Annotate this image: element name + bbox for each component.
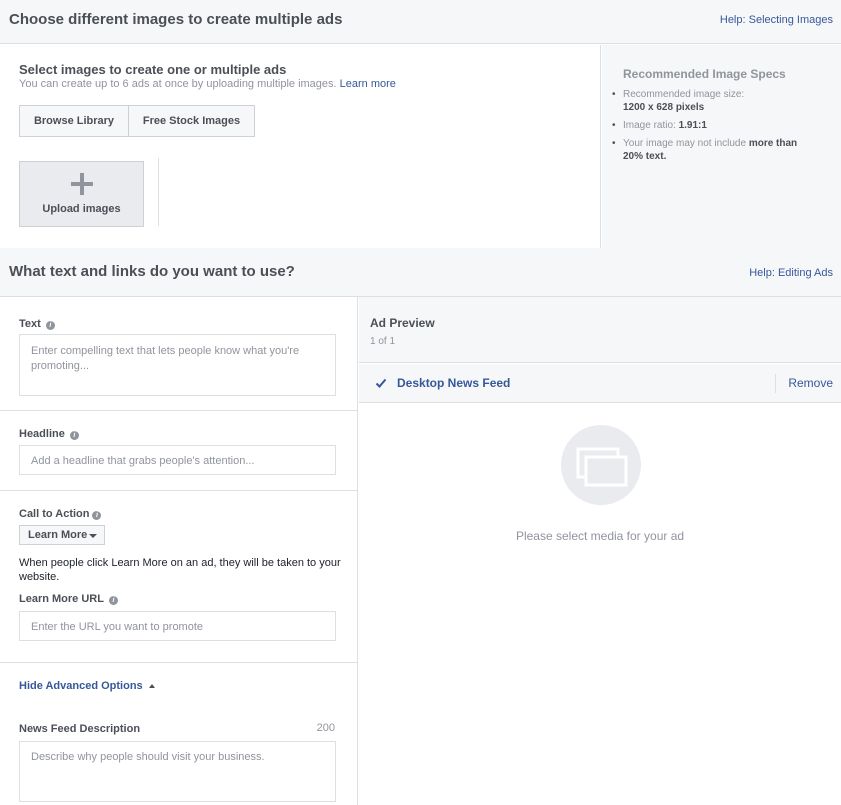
section-header-text-links: What text and links do you want to use? … xyxy=(0,248,841,297)
url-label: Learn More URL xyxy=(19,593,104,605)
spec-ratio-value: 1.91:1 xyxy=(678,120,707,131)
image-specs-panel: Recommended Image Specs Recommended imag… xyxy=(602,45,841,248)
plus-icon xyxy=(70,172,94,196)
divider xyxy=(0,490,358,491)
placement-row: Desktop News Feed Remove xyxy=(359,364,841,403)
nf-desc-field-label: News Feed Description xyxy=(19,723,141,735)
browse-library-button[interactable]: Browse Library xyxy=(19,105,129,137)
headline-placeholder: Add a headline that grabs people's atten… xyxy=(31,455,255,467)
spec-ratio-label: Image ratio: xyxy=(623,120,676,131)
spec-text-label: Your image may not include xyxy=(623,138,747,149)
text-input[interactable]: Enter compelling text that lets people k… xyxy=(19,334,336,396)
checkmark-icon xyxy=(375,378,387,388)
ad-preview-pager: 1 of 1 xyxy=(370,336,396,347)
section-title-text-links: What text and links do you want to use? xyxy=(9,263,295,280)
hide-advanced-options-link[interactable]: Hide Advanced Options xyxy=(19,680,155,692)
url-input[interactable]: Enter the URL you want to promote xyxy=(19,611,336,641)
spec-text-value: more than xyxy=(748,138,798,149)
info-icon[interactable]: i xyxy=(45,321,55,330)
info-icon[interactable]: i xyxy=(92,511,102,520)
ad-preview-header: Ad Preview 1 of 1 xyxy=(359,297,841,363)
info-icon[interactable]: i xyxy=(69,431,79,440)
spec-size-value: 1200 x 628 pixels xyxy=(623,102,705,113)
media-placeholder-icon xyxy=(561,425,641,505)
spec-size-label: Recommended image size: xyxy=(623,89,745,100)
section-header-images: Choose different images to create multip… xyxy=(0,0,841,44)
advanced-toggle-label: Hide Advanced Options xyxy=(19,680,143,692)
learn-more-link[interactable]: Learn more xyxy=(340,78,396,90)
url-placeholder: Enter the URL you want to promote xyxy=(31,621,204,633)
spec-item-size: Recommended image size: 1200 x 628 pixel… xyxy=(610,88,835,114)
spec-item-ratio: Image ratio: 1.91:1 xyxy=(610,119,835,132)
news-feed-description-input[interactable]: Describe why people should visit your bu… xyxy=(19,741,336,802)
spec-item-text: Your image may not include more than 20%… xyxy=(610,137,835,163)
empty-media-message: Please select media for your ad xyxy=(515,529,685,543)
spec-text-value-2: 20% text. xyxy=(623,151,667,162)
character-count: 200 xyxy=(316,722,335,734)
help-link-selecting-images[interactable]: Help: Selecting Images xyxy=(720,14,833,26)
specs-title: Recommended Image Specs xyxy=(623,67,786,81)
placement-desktop-news-feed[interactable]: Desktop News Feed xyxy=(397,376,510,390)
ad-preview-panel: Ad Preview 1 of 1 Desktop News Feed Remo… xyxy=(359,297,841,805)
help-link-editing-ads[interactable]: Help: Editing Ads xyxy=(749,267,833,279)
image-selection-panel: Select images to create one or multiple … xyxy=(0,45,601,248)
remove-placement-button[interactable]: Remove xyxy=(788,376,833,390)
headline-field-label: Headline i xyxy=(19,428,79,440)
divider xyxy=(0,410,358,411)
upload-images-button[interactable]: Upload images xyxy=(19,161,144,227)
divider xyxy=(158,158,159,226)
info-icon[interactable]: i xyxy=(108,596,118,605)
cta-selected-value: Learn More xyxy=(28,529,88,541)
headline-input[interactable]: Add a headline that grabs people's atten… xyxy=(19,445,336,475)
divider xyxy=(775,374,776,393)
cta-description: When people click Learn More on an ad, t… xyxy=(19,557,341,583)
text-label: Text xyxy=(19,318,41,330)
upload-images-label: Upload images xyxy=(42,203,121,215)
text-placeholder: Enter compelling text that lets people k… xyxy=(31,345,300,372)
cta-field-label: Call to Action i xyxy=(19,508,102,520)
headline-label: Headline xyxy=(19,428,65,440)
select-images-subtitle: You can create up to 6 ads at once by up… xyxy=(19,78,396,90)
specs-list: Recommended image size: 1200 x 628 pixel… xyxy=(610,88,835,168)
ad-text-form: Text i Enter compelling text that lets pe… xyxy=(0,297,358,805)
text-field-label: Text i xyxy=(19,318,55,330)
section-title-images: Choose different images to create multip… xyxy=(9,11,343,28)
cta-dropdown[interactable]: Learn More xyxy=(19,525,105,545)
cta-label: Call to Action xyxy=(19,508,90,520)
caret-up-icon xyxy=(148,684,155,688)
free-stock-images-button[interactable]: Free Stock Images xyxy=(128,105,255,137)
select-images-hint: You can create up to 6 ads at once by up… xyxy=(19,78,337,90)
select-images-title: Select images to create one or multiple … xyxy=(19,62,287,77)
url-field-label: Learn More URL i xyxy=(19,593,118,605)
divider xyxy=(0,662,358,663)
ad-preview-title: Ad Preview xyxy=(370,316,435,330)
nf-desc-placeholder: Describe why people should visit your bu… xyxy=(31,751,265,763)
caret-down-icon xyxy=(89,534,97,538)
